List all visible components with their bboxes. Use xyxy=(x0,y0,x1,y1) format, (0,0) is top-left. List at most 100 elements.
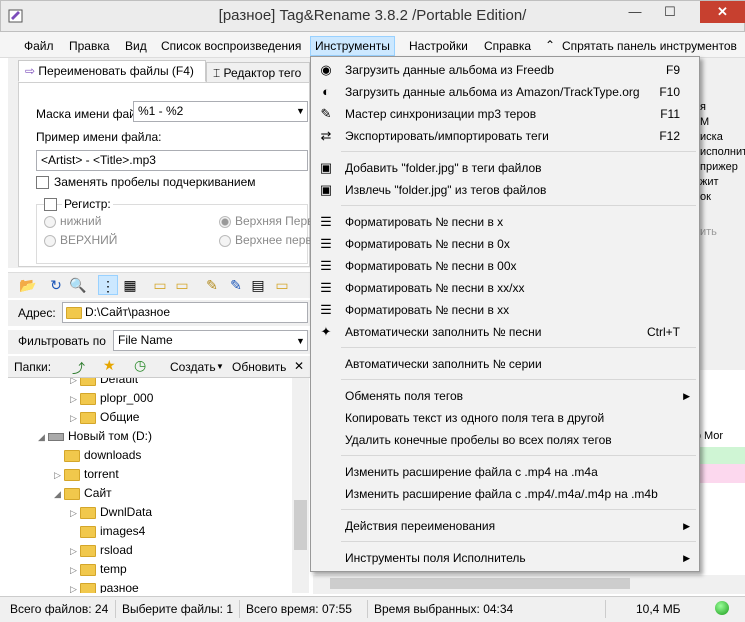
tools-menu-item[interactable]: ◉ Загрузить данные альбома из Freedb F9 xyxy=(312,59,698,81)
folder-up-icon[interactable]: ⤴ xyxy=(72,358,85,377)
tools-menu-item[interactable]: ◐ Загрузить данные альбома из Amazon/Trac… xyxy=(312,81,698,103)
tree-item[interactable]: ▷ plopr_000 xyxy=(8,389,313,408)
tree-scroll-thumb[interactable] xyxy=(294,500,307,550)
grid-view-icon[interactable]: ▦ xyxy=(120,275,140,295)
tools-menu-item[interactable]: ▣ Извлечь "folder.jpg" из тегов файлов xyxy=(312,179,698,201)
tools-menu-item[interactable]: Действия переименования ▶ xyxy=(312,515,698,537)
expand-arrow-icon[interactable]: ◢ xyxy=(54,485,64,504)
tree-item[interactable]: downloads xyxy=(8,446,313,465)
tab-tag-editor[interactable]: ⌶ Редактор тего xyxy=(206,62,310,84)
edit-tag-icon[interactable]: ✎ xyxy=(226,275,246,295)
chevron-down-icon[interactable]: ▼ xyxy=(296,336,305,346)
menu-tools[interactable]: Инструменты xyxy=(310,36,395,56)
menu-item-shortcut: F9 xyxy=(665,63,680,77)
tree-item[interactable]: ▷ Default xyxy=(8,378,313,389)
tree-item[interactable]: ▷ temp xyxy=(8,560,313,579)
minimize-button[interactable]: — xyxy=(620,1,650,23)
tools-menu-item[interactable]: ✎ Мастер синхронизации mp3 теров F11 xyxy=(312,103,698,125)
radio-upper[interactable] xyxy=(44,235,56,247)
expand-arrow-icon[interactable]: ◢ xyxy=(38,428,48,447)
status-files-total: Всего файлов: 24 xyxy=(6,600,116,618)
tree-item[interactable]: ▷ DwnlData xyxy=(8,503,313,522)
tree-item[interactable]: ▷ Общие xyxy=(8,408,313,427)
pencil-icon[interactable]: ✎ xyxy=(202,275,222,295)
chevron-up-icon: ⌃ xyxy=(545,38,556,52)
tree-scrollbar[interactable] xyxy=(292,378,309,593)
expand-arrow-icon[interactable]: ▷ xyxy=(70,504,80,523)
expand-arrow-icon[interactable]: ▷ xyxy=(54,466,64,485)
tools-menu-item[interactable]: ☰ Форматировать № песни в x xyxy=(312,211,698,233)
tools-menu-item[interactable]: ☰ Форматировать № песни в xx/xx xyxy=(312,277,698,299)
filter-label: Фильтровать по xyxy=(18,334,106,348)
expand-arrow-icon[interactable]: ▷ xyxy=(70,390,80,409)
close-button[interactable]: ✕ xyxy=(700,1,745,23)
folder-icon[interactable]: ▭ xyxy=(150,275,170,295)
favorites-star-icon[interactable]: ★ xyxy=(103,357,116,374)
menu-item-icon: ☰ xyxy=(320,280,332,295)
tab-rename[interactable]: ⇨ Переименовать файлы (F4) xyxy=(18,60,206,82)
menu-item-label: Форматировать № песни в 0x xyxy=(345,237,510,251)
tree-item[interactable]: ▷ разное xyxy=(8,579,313,593)
horizontal-scroll-thumb[interactable] xyxy=(330,578,630,589)
menu-item-icon: ▣ xyxy=(319,160,333,175)
tools-menu-item[interactable]: ▣ Добавить "folder.jpg" в теги файлов xyxy=(312,157,698,179)
tree-item[interactable]: images4 xyxy=(8,522,313,541)
menu-separator xyxy=(341,541,696,542)
find-icon[interactable]: 🔍 xyxy=(68,275,88,295)
menu-edit[interactable]: Правка xyxy=(65,36,114,56)
expand-arrow-icon[interactable]: ▷ xyxy=(70,409,80,428)
expand-arrow-icon[interactable]: ▷ xyxy=(70,580,80,593)
chevron-down-icon[interactable]: ▼ xyxy=(216,362,224,371)
tools-menu-item[interactable]: Автоматически заполнить № серии xyxy=(312,353,698,375)
tools-menu-item[interactable]: ✦ Автоматически заполнить № песни Ctrl+T xyxy=(312,321,698,343)
menu-playlist[interactable]: Список воспроизведения xyxy=(157,36,305,56)
menu-file[interactable]: Файл xyxy=(20,36,58,56)
tools-menu-item[interactable]: Копировать текст из одного поля тега в д… xyxy=(312,407,698,429)
tag-editor-icon: ⌶ xyxy=(213,66,221,80)
menu-settings[interactable]: Настройки xyxy=(405,36,472,56)
tree-item[interactable]: ◢ Сайт xyxy=(8,484,313,503)
maximize-button[interactable]: ☐ xyxy=(655,1,685,23)
radio-title-upper[interactable] xyxy=(219,216,231,228)
tab-tag-editor-label: Редактор тего xyxy=(223,66,302,80)
expand-arrow-icon[interactable]: ▷ xyxy=(70,561,80,580)
tree-item[interactable]: ▷ rsload xyxy=(8,541,313,560)
tools-menu-item[interactable]: ☰ Форматировать № песни в xx xyxy=(312,299,698,321)
close-folders-button[interactable]: ✕ xyxy=(294,359,304,373)
menu-item-label: Загрузить данные альбома из Amazon/Track… xyxy=(345,85,640,99)
folder-up-icon[interactable]: ▭ xyxy=(172,275,192,295)
expand-arrow-icon[interactable]: ▷ xyxy=(70,542,80,561)
replace-spaces-checkbox[interactable] xyxy=(36,176,49,189)
refresh-icon[interactable]: ↻ xyxy=(46,275,66,295)
tools-menu-item[interactable]: Изменить расширение файла с .mp4/.m4a/.m… xyxy=(312,483,698,505)
filter-select[interactable]: File Name xyxy=(113,330,308,351)
radio-lower[interactable] xyxy=(44,216,56,228)
mask-input[interactable]: %1 - %2 xyxy=(133,101,308,122)
tools-menu-item[interactable]: Изменить расширение файла с .mp4 на .m4a xyxy=(312,461,698,483)
tools-menu-item[interactable]: Обменять поля тегов ▶ xyxy=(312,385,698,407)
history-icon[interactable]: ◷ xyxy=(134,357,146,374)
tree-item[interactable]: ◢ Новый том (D:) xyxy=(8,427,313,446)
document-icon[interactable]: ▤ xyxy=(248,275,268,295)
menu-separator xyxy=(341,379,696,380)
menu-item-label: Форматировать № песни в x xyxy=(345,215,504,229)
tools-menu-item[interactable]: Инструменты поля Исполнитель ▶ xyxy=(312,547,698,569)
refresh-button[interactable]: Обновить xyxy=(232,360,286,374)
tree-view-icon[interactable]: ⋮ xyxy=(98,275,118,295)
menu-hide-toolbar[interactable]: Спрятать панель инструментов xyxy=(558,36,741,56)
tree-item[interactable]: ▷ torrent xyxy=(8,465,313,484)
create-button[interactable]: Создать xyxy=(170,360,216,374)
case-checkbox[interactable] xyxy=(44,198,57,211)
open-folder-icon[interactable]: 📂 xyxy=(18,275,38,295)
save-folder-icon[interactable]: ▭ xyxy=(272,275,292,295)
chevron-down-icon[interactable]: ▼ xyxy=(296,106,305,116)
tools-menu-item[interactable]: ☰ Форматировать № песни в 0x xyxy=(312,233,698,255)
tools-menu-item[interactable]: ⇄ Экспортировать/импортировать теги F12 xyxy=(312,125,698,147)
address-input[interactable]: D:\Сайт\разное xyxy=(62,302,308,323)
menu-view[interactable]: Вид xyxy=(121,36,151,56)
radio-title-lower[interactable] xyxy=(219,235,231,247)
menu-help[interactable]: Справка xyxy=(480,36,535,56)
tools-menu-item[interactable]: Удалить конечные пробелы во всех полях т… xyxy=(312,429,698,451)
folder-icon xyxy=(80,582,96,593)
tools-menu-item[interactable]: ☰ Форматировать № песни в 00x xyxy=(312,255,698,277)
